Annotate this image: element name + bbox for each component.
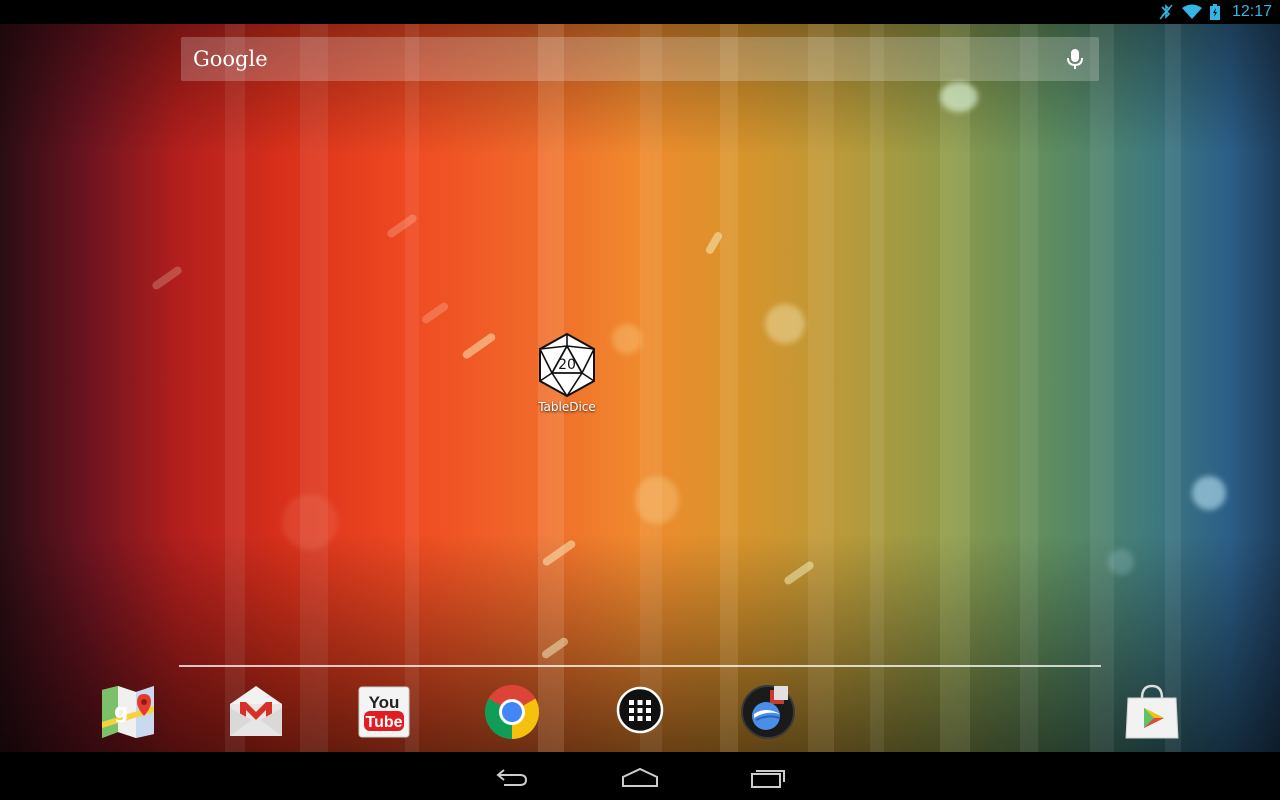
google-earth-icon[interactable] (740, 684, 796, 740)
google-search-bar[interactable]: Google (181, 37, 1099, 81)
bluetooth-muted-icon (1158, 3, 1174, 21)
mic-icon[interactable] (1063, 47, 1087, 71)
wallpaper (0, 24, 1280, 752)
status-icons: 12:17 (1158, 3, 1272, 21)
google-logo: Google (193, 47, 268, 71)
clock: 12:17 (1231, 3, 1272, 20)
home-icon[interactable] (616, 762, 664, 792)
battery-icon (1209, 4, 1220, 20)
status-bar: 12:17 (0, 0, 1280, 24)
recents-icon[interactable] (744, 762, 792, 792)
maps-icon[interactable]: g (100, 684, 156, 740)
play-store-icon[interactable] (1124, 684, 1180, 740)
app-label: TableDice (538, 400, 596, 414)
dice-number: 20 (558, 357, 576, 373)
youtube-icon[interactable]: You Tube (356, 684, 412, 740)
navigation-bar (0, 752, 1280, 800)
back-icon[interactable] (488, 762, 536, 792)
svg-text:You: You (369, 693, 400, 712)
gmail-icon[interactable] (228, 684, 284, 740)
app-drawer-icon[interactable] (612, 684, 668, 740)
chrome-icon[interactable] (484, 684, 540, 740)
d20-dice-icon: 20 (539, 332, 595, 398)
dock-divider (179, 665, 1101, 667)
app-shortcut-tabledice[interactable]: 20 TableDice (527, 332, 607, 414)
svg-text:Tube: Tube (365, 714, 402, 731)
wifi-icon (1181, 4, 1202, 20)
svg-text:g: g (114, 699, 128, 723)
